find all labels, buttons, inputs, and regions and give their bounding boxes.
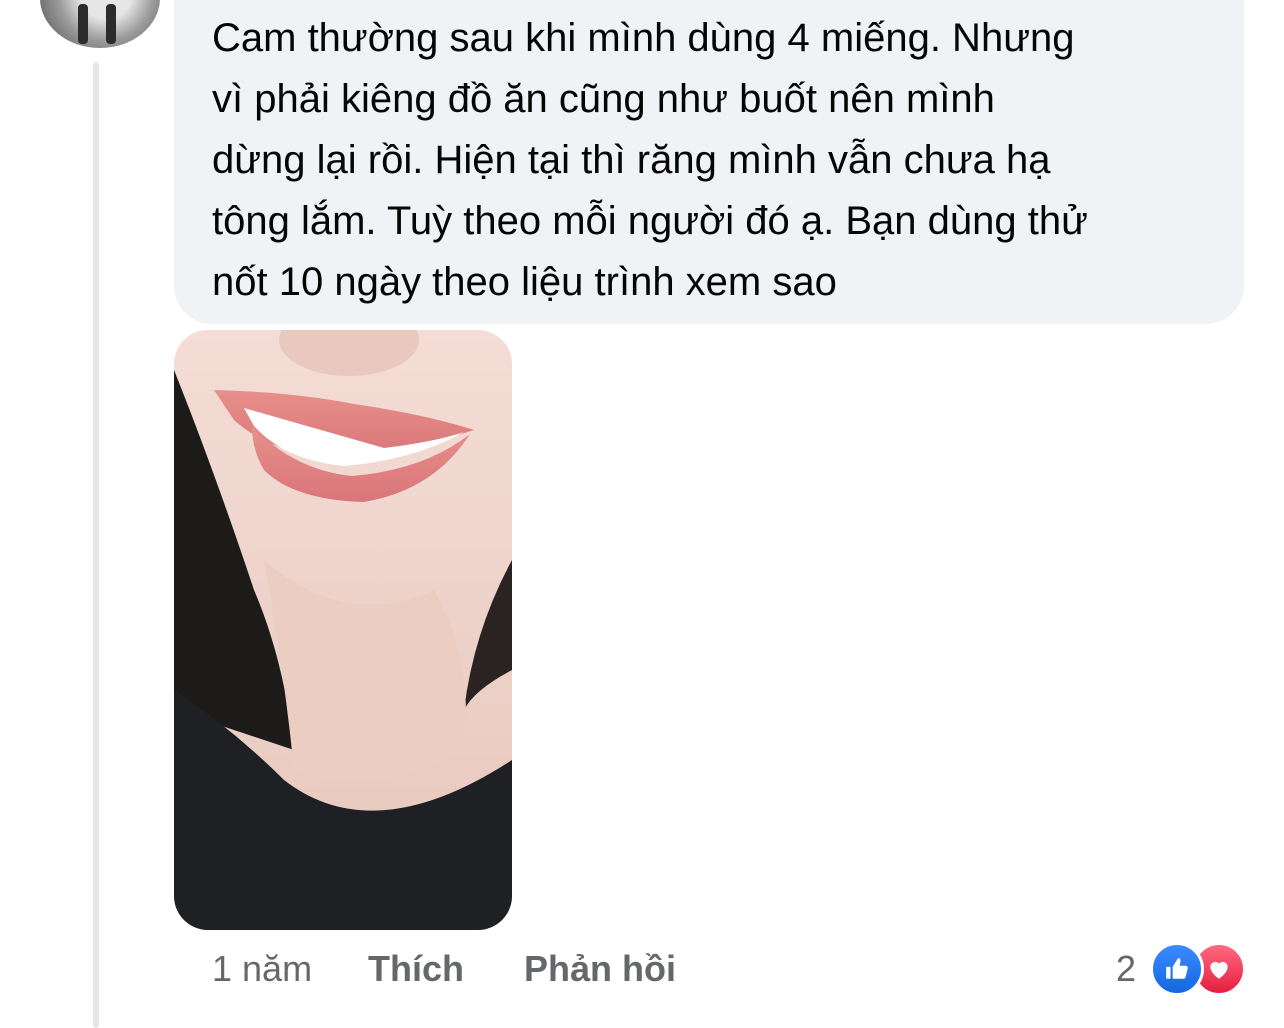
smile-photo-image	[174, 330, 512, 930]
reply-button[interactable]: Phản hồi	[524, 944, 676, 994]
avatar-figure	[106, 4, 116, 44]
comment-time[interactable]: 1 năm	[212, 944, 312, 994]
like-button[interactable]: Thích	[368, 944, 464, 994]
like-icon	[1150, 942, 1204, 996]
thread-line	[93, 62, 99, 1028]
comment-text: Cam thường sau khi mình dùng 4 miếng. Nh…	[212, 16, 1088, 304]
reaction-summary[interactable]	[1150, 942, 1250, 996]
avatar[interactable]	[40, 0, 160, 48]
avatar-figure	[78, 4, 88, 44]
comment-photo[interactable]	[174, 330, 512, 930]
reaction-count[interactable]: 2	[1116, 944, 1136, 994]
